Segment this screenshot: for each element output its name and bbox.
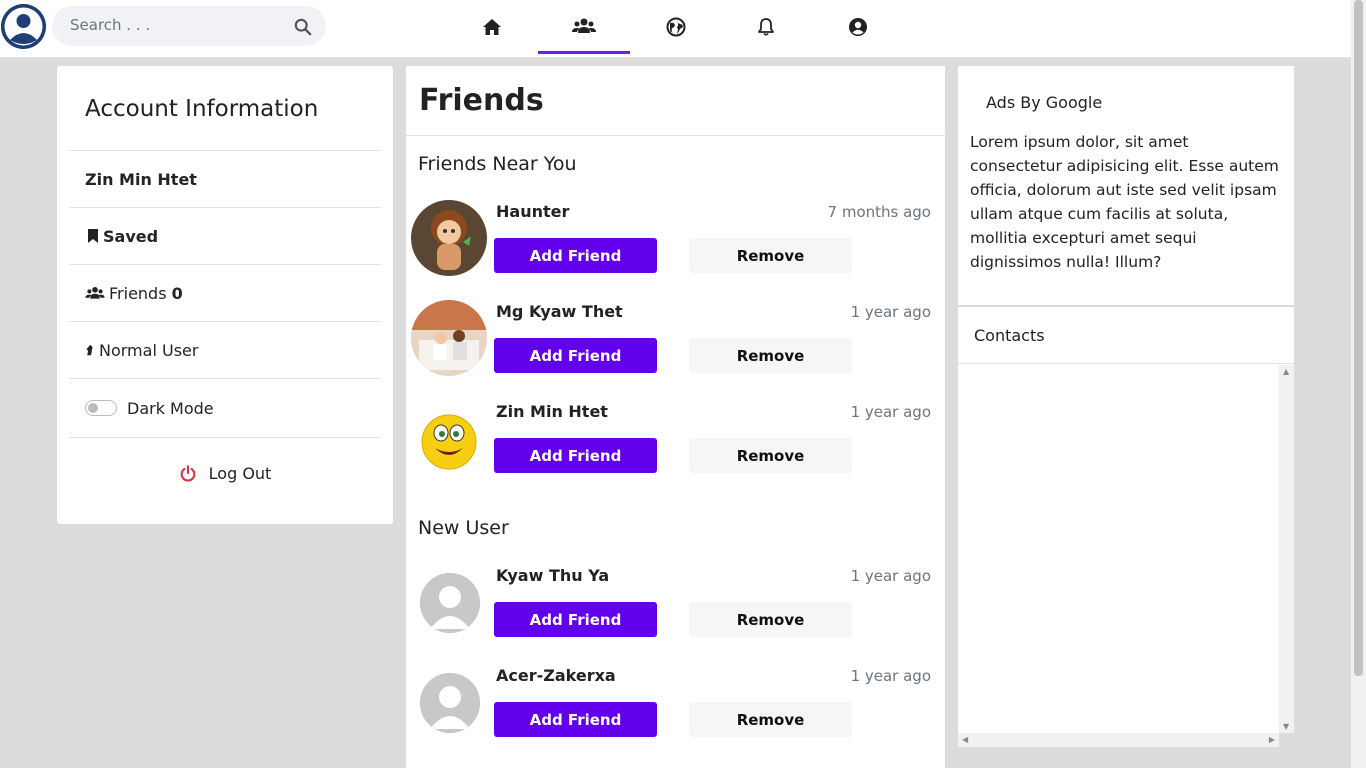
friends-link[interactable]: Friends 0: [69, 264, 381, 321]
friend-name[interactable]: Kyaw Thu Ya: [496, 566, 609, 585]
ads-panel: Ads By Google Lorem ipsum dolor, sit ame…: [958, 66, 1294, 305]
friend-card: Acer-Zakerxa 1 year ago Add Friend Remov…: [411, 664, 931, 746]
account-title: Account Information: [85, 96, 319, 122]
friends-label: Friends: [109, 283, 167, 303]
saved-link[interactable]: Saved: [69, 207, 381, 264]
friend-avatar[interactable]: [411, 400, 487, 476]
nav-globe[interactable]: [630, 0, 722, 54]
friend-name[interactable]: Acer-Zakerxa: [496, 666, 616, 685]
scroll-right-arrow-icon[interactable]: ▶: [1269, 735, 1275, 744]
search-box: [52, 6, 326, 46]
add-friend-button[interactable]: Add Friend: [494, 338, 657, 373]
power-icon: [180, 464, 196, 482]
friend-name[interactable]: Haunter: [496, 202, 569, 221]
page-scrollbar[interactable]: [1351, 0, 1366, 768]
remove-button[interactable]: Remove: [689, 602, 852, 637]
nav-home[interactable]: [446, 0, 538, 54]
logout-label: Log Out: [208, 464, 272, 483]
friends-near-title: Friends Near You: [418, 153, 577, 175]
friend-card: Zin Min Htet 1 year ago Add Friend Remov…: [411, 400, 931, 482]
friend-avatar[interactable]: [420, 573, 480, 633]
ads-body: Lorem ipsum dolor, sit amet consectetur …: [970, 133, 1279, 271]
page-title: Friends: [419, 83, 544, 118]
friends-count: 0: [171, 283, 183, 303]
chess-knight-icon: [86, 344, 93, 356]
friend-name[interactable]: Zin Min Htet: [496, 402, 608, 421]
bookmark-icon: [88, 229, 98, 243]
remove-button[interactable]: Remove: [689, 702, 852, 737]
friend-card: Haunter 7 months ago Add Friend Remove: [411, 200, 931, 282]
friend-card: Mg Kyaw Thet 1 year ago Add Friend Remov…: [411, 300, 931, 382]
add-friend-button[interactable]: Add Friend: [494, 238, 657, 273]
friend-time: 1 year ago: [850, 667, 931, 685]
friend-card: Kyaw Thu Ya 1 year ago Add Friend Remove: [411, 564, 931, 646]
remove-button[interactable]: Remove: [689, 338, 852, 373]
home-icon: [483, 19, 501, 35]
friend-avatar[interactable]: [411, 200, 487, 276]
friend-time: 1 year ago: [850, 303, 931, 321]
bell-icon: [758, 18, 774, 36]
profile-avatar[interactable]: [1, 4, 46, 49]
friend-time: 1 year ago: [850, 403, 931, 421]
dark-mode-label: Dark Mode: [127, 398, 214, 418]
globe-icon: [666, 17, 686, 37]
nav-profile[interactable]: [812, 0, 904, 54]
scroll-up-arrow-icon[interactable]: ▲: [1283, 367, 1289, 376]
friends-icon: [572, 18, 596, 33]
friends-icon: [85, 287, 105, 299]
contacts-horizontal-scrollbar[interactable]: ◀ ▶: [958, 733, 1279, 747]
nav-notifications[interactable]: [720, 0, 812, 54]
remove-button[interactable]: Remove: [689, 438, 852, 473]
add-friend-button[interactable]: Add Friend: [494, 702, 657, 737]
friend-avatar[interactable]: [411, 300, 487, 376]
contacts-panel: Contacts ▲ ▼ ◀ ▶: [958, 307, 1294, 747]
friends-header: Friends: [406, 66, 945, 136]
friend-name[interactable]: Mg Kyaw Thet: [496, 302, 623, 321]
friend-avatar[interactable]: [420, 673, 480, 733]
scroll-left-arrow-icon[interactable]: ◀: [962, 735, 968, 744]
user-circle-icon: [849, 18, 867, 36]
search-icon[interactable]: [294, 18, 312, 36]
account-username[interactable]: Zin Min Htet: [69, 150, 381, 207]
nav-friends[interactable]: [538, 0, 630, 54]
username-label: Zin Min Htet: [85, 169, 197, 189]
friend-time: 1 year ago: [850, 567, 931, 585]
add-friend-button[interactable]: Add Friend: [494, 602, 657, 637]
saved-label: Saved: [103, 226, 159, 246]
contacts-title: Contacts: [958, 307, 1294, 364]
friend-time: 7 months ago: [827, 203, 931, 221]
remove-button[interactable]: Remove: [689, 238, 852, 273]
account-panel: Account Information Zin Min Htet Saved F…: [57, 66, 393, 524]
add-friend-button[interactable]: Add Friend: [494, 438, 657, 473]
user-type-label: Normal User: [99, 340, 199, 360]
scroll-down-arrow-icon[interactable]: ▼: [1283, 722, 1289, 731]
ads-title: Ads By Google: [986, 93, 1103, 112]
search-input[interactable]: [70, 16, 290, 34]
new-user-title: New User: [418, 517, 509, 539]
friends-panel: Friends Friends Near You Haunter 7 month…: [406, 66, 945, 768]
dark-mode-toggle[interactable]: [85, 400, 117, 416]
top-navbar: [0, 0, 1351, 58]
page-scrollbar-thumb[interactable]: [1354, 0, 1363, 676]
contacts-vertical-scrollbar[interactable]: ▲ ▼: [1279, 365, 1294, 733]
dark-mode-row: Dark Mode: [69, 378, 381, 437]
user-type-row: Normal User: [69, 321, 381, 378]
logout-button[interactable]: Log Out: [69, 437, 381, 509]
